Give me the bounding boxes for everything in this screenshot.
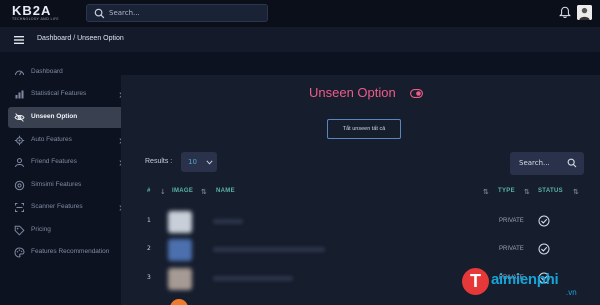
row-number: 2 bbox=[147, 245, 151, 252]
gear-icon bbox=[14, 135, 25, 146]
search-icon bbox=[567, 158, 577, 168]
row-image bbox=[168, 268, 192, 290]
row-name-blurred bbox=[213, 276, 293, 281]
logo-tagline: TECHNOLOGY AND LIFE bbox=[12, 17, 59, 21]
app-logo[interactable]: KB2A TECHNOLOGY AND LIFE bbox=[12, 4, 62, 22]
logo-brand: KB2A bbox=[12, 3, 52, 18]
row-image bbox=[168, 211, 192, 233]
user-icon bbox=[15, 158, 24, 168]
table-search[interactable]: Search... bbox=[510, 152, 584, 175]
row-type: PRIVATE bbox=[499, 218, 524, 224]
sidebar-item-label: Scanner Features bbox=[31, 203, 83, 210]
sidebar-item-auto-features[interactable]: Auto Features bbox=[8, 130, 128, 151]
column-header-image[interactable]: IMAGE bbox=[172, 188, 193, 194]
search-icon bbox=[94, 8, 105, 19]
sidebar-item-label: Dashboard bbox=[31, 68, 63, 75]
watermark-text: aimienphi bbox=[491, 271, 559, 288]
results-label: Results : bbox=[145, 158, 173, 165]
row-image-partial bbox=[170, 299, 188, 305]
sidebar-item-statistical-features[interactable]: Statistical Features bbox=[8, 84, 128, 105]
table-row[interactable]: 1 PRIVATE bbox=[121, 208, 600, 236]
hamburger-menu-icon[interactable] bbox=[14, 36, 24, 44]
user-avatar[interactable] bbox=[577, 5, 592, 20]
sidebar-item-friend-features[interactable]: Friend Features bbox=[8, 152, 128, 173]
sidebar-item-label: Auto Features bbox=[31, 136, 72, 143]
dashboard-icon bbox=[15, 70, 24, 76]
sidebar-item-label: Statistical Features bbox=[31, 90, 87, 97]
sort-desc-icon[interactable]: ↓ bbox=[160, 188, 166, 196]
row-number: 1 bbox=[147, 217, 151, 224]
column-header-num[interactable]: # bbox=[147, 188, 151, 194]
sidebar-item-simsimi-features[interactable]: Simsimi Features bbox=[8, 175, 128, 196]
watermark-logo: T aimienphi .vn bbox=[462, 266, 600, 305]
price-tag-icon bbox=[14, 225, 25, 236]
global-search-input[interactable] bbox=[109, 6, 259, 20]
stats-icon bbox=[15, 90, 24, 99]
breadcrumb-bar: Dashboard / Unseen Option bbox=[0, 27, 600, 52]
global-search[interactable] bbox=[86, 4, 268, 22]
sidebar: Dashboard Statistical Features Unseen Op… bbox=[0, 60, 132, 305]
results-per-page-select[interactable]: 10 bbox=[181, 152, 217, 172]
column-header-type[interactable]: TYPE bbox=[498, 188, 515, 194]
sidebar-item-features-recommendation[interactable]: Features Recommendation bbox=[8, 242, 128, 263]
sort-icon[interactable]: ⇅ bbox=[483, 188, 489, 196]
column-header-status[interactable]: STATUS bbox=[538, 188, 563, 194]
sidebar-item-scanner-features[interactable]: Scanner Features bbox=[8, 197, 128, 218]
sidebar-item-unseen-option[interactable]: Unseen Option bbox=[8, 107, 128, 128]
disable-all-unseen-button[interactable]: Tắt unseen tất cả bbox=[327, 119, 401, 139]
chevron-down-icon bbox=[206, 160, 213, 165]
sort-icon[interactable]: ⇅ bbox=[524, 188, 530, 196]
notification-bell-icon[interactable] bbox=[559, 6, 571, 19]
top-bar: KB2A TECHNOLOGY AND LIFE bbox=[0, 0, 600, 27]
robot-icon bbox=[14, 180, 25, 191]
sidebar-item-label: Features Recommendation bbox=[31, 248, 110, 255]
page-title: Unseen Option bbox=[309, 85, 396, 100]
eye-off-icon bbox=[14, 113, 25, 122]
avatar-image bbox=[577, 5, 592, 20]
results-per-page-value: 10 bbox=[188, 158, 197, 166]
sidebar-item-pricing[interactable]: Pricing bbox=[8, 220, 128, 241]
palette-icon bbox=[14, 247, 25, 258]
table-header: # ↓ IMAGE ⇅ NAME ⇅ TYPE ⇅ STATUS ⇅ bbox=[121, 186, 600, 200]
sidebar-item-dashboard[interactable]: Dashboard bbox=[8, 62, 128, 83]
toggle-icon bbox=[410, 89, 423, 98]
watermark-suffix: .vn bbox=[566, 288, 577, 297]
table-search-placeholder: Search... bbox=[519, 159, 550, 167]
sort-icon[interactable]: ⇅ bbox=[573, 188, 579, 196]
row-name-blurred bbox=[213, 219, 243, 224]
sidebar-item-label: Pricing bbox=[31, 226, 51, 233]
row-name-blurred bbox=[213, 247, 325, 252]
table-row[interactable]: 2 PRIVATE bbox=[121, 236, 600, 264]
status-check-icon[interactable] bbox=[538, 243, 550, 255]
column-header-name[interactable]: NAME bbox=[216, 188, 235, 194]
sidebar-item-label: Unseen Option bbox=[31, 113, 78, 120]
scanner-icon bbox=[15, 203, 24, 212]
watermark-letter: T bbox=[462, 268, 489, 295]
breadcrumb: Dashboard / Unseen Option bbox=[37, 35, 124, 42]
row-image bbox=[168, 239, 192, 261]
sort-icon[interactable]: ⇅ bbox=[201, 188, 207, 196]
row-number: 3 bbox=[147, 274, 151, 281]
sidebar-item-label: Simsimi Features bbox=[31, 181, 82, 188]
row-type: PRIVATE bbox=[499, 246, 524, 252]
sidebar-item-label: Friend Features bbox=[31, 158, 77, 165]
status-check-icon[interactable] bbox=[538, 215, 550, 227]
